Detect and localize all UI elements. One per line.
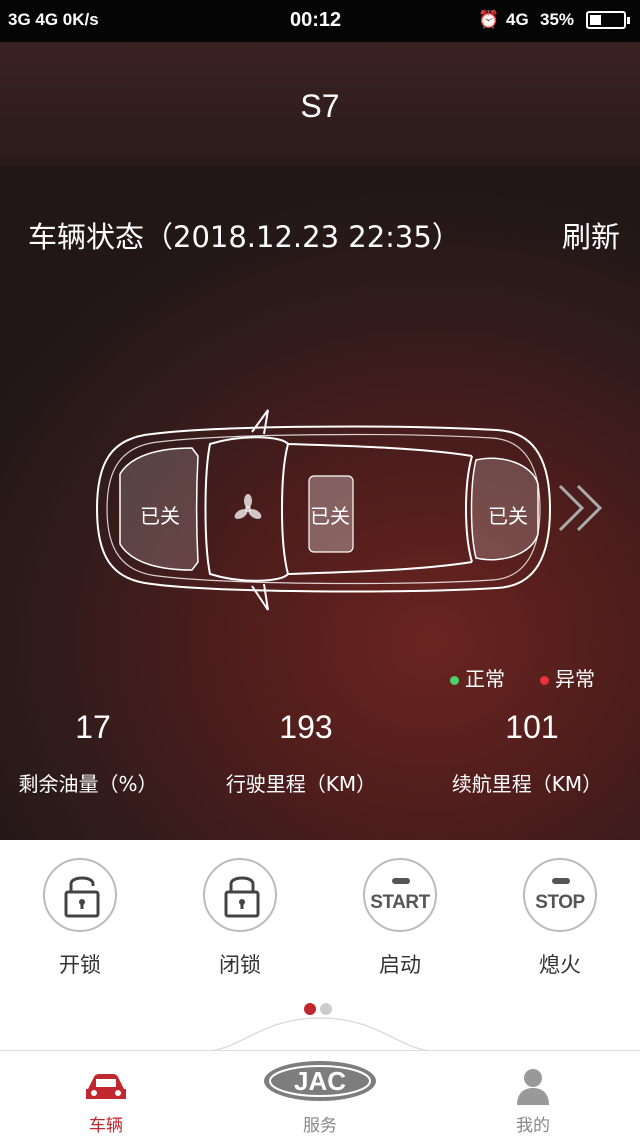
status-bar: 3G 4G 0K/s 00:12 ⏰ 4G 35% [0, 0, 640, 42]
fan-icon [234, 494, 262, 519]
unlock-button[interactable]: 开锁 [0, 858, 160, 979]
legend-abnormal-label: 异常 [555, 667, 595, 691]
alarm-icon: ⏰ [478, 10, 500, 29]
front-status: 已关 [140, 504, 180, 528]
tab-vehicle-label: 车辆 [89, 1116, 123, 1136]
lock-icon [224, 876, 260, 918]
lock-label: 闭锁 [219, 953, 261, 977]
legend-normal: 正常 [450, 663, 505, 692]
battery-icon [586, 11, 630, 29]
stop-label: 熄火 [539, 953, 581, 977]
vehicle-panel: S7 车辆状态（2018.12.23 22:35） 刷新 已关 已关 已关 正常… [0, 42, 640, 840]
car-icon [86, 1074, 126, 1099]
tab-profile-label: 我的 [516, 1116, 550, 1136]
network-type: 4G [506, 10, 529, 29]
start-circle[interactable]: START [363, 858, 437, 932]
stop-circle[interactable]: STOP [523, 858, 597, 932]
lock-circle[interactable] [203, 858, 277, 932]
mileage-value: 193 [279, 709, 333, 745]
unlock-icon [64, 876, 100, 918]
jac-logo-text: JAC [294, 1066, 346, 1096]
app-header: S7 [0, 42, 640, 166]
network-status: 3G 4G 0K/s [8, 10, 99, 29]
start-label: 启动 [379, 953, 421, 977]
legend-abnormal: 异常 [540, 663, 595, 692]
vehicle-status-title: 车辆状态（2018.12.23 22:35） [28, 220, 461, 254]
fuel-label: 剩余油量（%） [18, 772, 158, 796]
start-button[interactable]: START 启动 [320, 858, 480, 979]
range-value: 101 [505, 709, 559, 745]
jac-logo-icon: JAC [264, 1061, 376, 1101]
normal-dot-icon [450, 676, 459, 685]
fuel-value: 17 [75, 709, 111, 745]
range-label: 续航里程（KM） [451, 772, 603, 796]
unlock-label: 开锁 [59, 953, 101, 977]
tabbar-curve [0, 1017, 640, 1052]
legend-normal-label: 正常 [465, 667, 505, 691]
sunroof-status: 已关 [310, 504, 350, 528]
status-time: 00:12 [290, 9, 342, 31]
battery-percent: 35% [540, 10, 575, 29]
refresh-button[interactable]: 刷新 [562, 214, 620, 256]
stop-dash-icon [552, 878, 570, 884]
stop-icon-text: STOP [535, 892, 585, 913]
unlock-circle[interactable] [43, 858, 117, 932]
trunk-status: 已关 [488, 504, 528, 528]
tab-bar: 车辆 JAC 服务 我的 [0, 1050, 640, 1138]
chevron-right-icon[interactable] [556, 478, 608, 538]
mileage-label: 行驶里程（KM） [225, 772, 377, 796]
abnormal-dot-icon [540, 676, 549, 685]
person-icon [517, 1069, 549, 1105]
lock-button[interactable]: 闭锁 [160, 858, 320, 979]
stop-button[interactable]: STOP 熄火 [480, 858, 640, 979]
page-title: S7 [300, 88, 340, 124]
start-icon-text: START [370, 892, 430, 913]
car-diagram: 已关 已关 已关 [92, 404, 552, 614]
start-dash-icon [392, 878, 410, 884]
tab-service-label: 服务 [303, 1116, 337, 1136]
